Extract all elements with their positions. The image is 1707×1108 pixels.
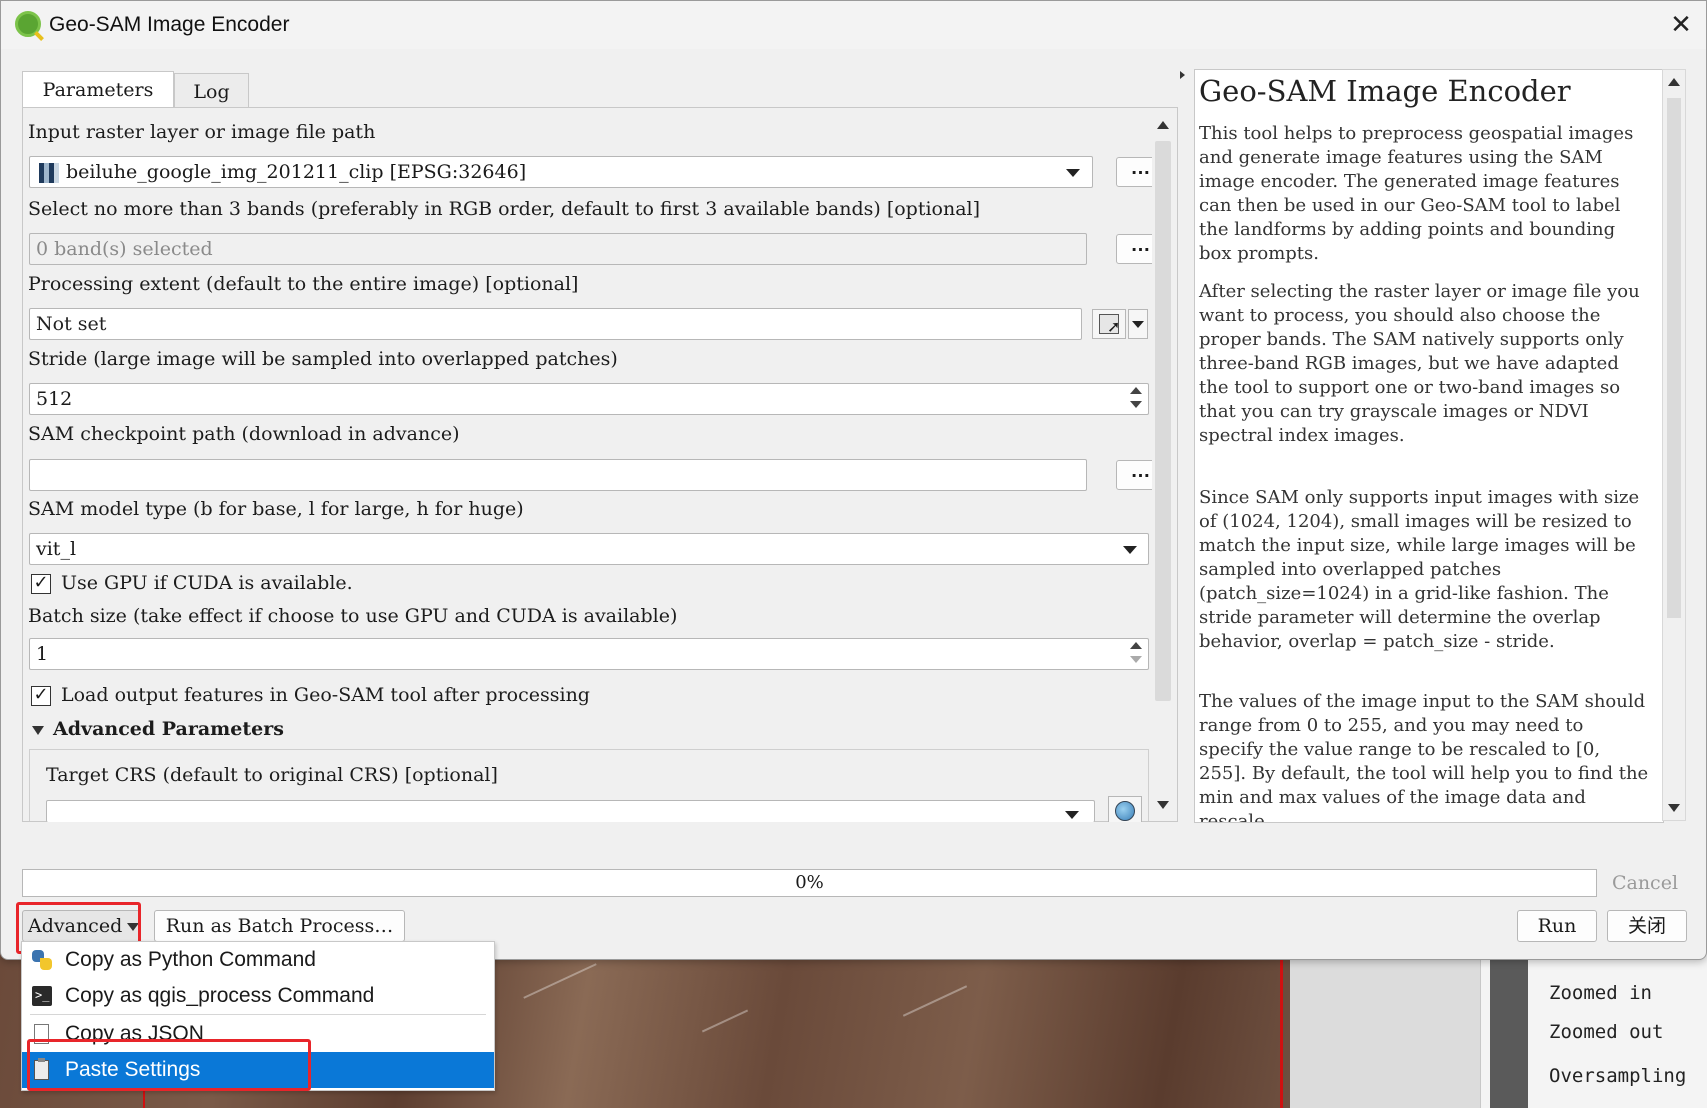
parameters-panel: Input raster layer or image file path be… [22, 107, 1178, 822]
use-gpu-checkbox[interactable]: ✓ [31, 574, 51, 594]
chevron-down-icon [1123, 546, 1137, 554]
scroll-up-icon[interactable] [1668, 78, 1680, 86]
extent-label: Processing extent (default to the entire… [28, 273, 579, 295]
spin-arrows-icon[interactable] [1125, 639, 1147, 669]
annotation-highlight [27, 1039, 311, 1091]
input-raster-label: Input raster layer or image file path [28, 121, 376, 143]
help-title: Geo-SAM Image Encoder [1199, 74, 1571, 108]
advanced-parameters-group: Target CRS (default to original CRS) [op… [29, 749, 1149, 822]
crs-selector-button[interactable] [1108, 796, 1142, 822]
qgis-logo-icon [15, 11, 41, 37]
help-panel: Geo-SAM Image Encoder This tool helps to… [1194, 69, 1664, 823]
help-paragraph: This tool helps to preprocess geospatial… [1199, 123, 1634, 264]
map-canvas-extent-button[interactable]: ➚ [1092, 309, 1126, 339]
cancel-button[interactable]: Cancel [1604, 867, 1686, 899]
parameters-scrollbar[interactable] [1152, 111, 1174, 819]
run-button[interactable]: Run [1517, 910, 1597, 942]
model-type-label: SAM model type (b for base, l for large,… [28, 498, 524, 520]
terminal-icon: >_ [32, 986, 52, 1006]
scroll-down-icon[interactable] [1157, 801, 1169, 809]
menu-separator [30, 1014, 486, 1015]
map-texture [902, 985, 968, 1017]
chevron-down-icon [1066, 169, 1080, 177]
checkpoint-label: SAM checkpoint path (download in advance… [28, 423, 460, 445]
load-output-checkbox[interactable]: ✓ [31, 686, 51, 706]
bands-value: 0 band(s) selected [36, 238, 213, 260]
panel-item-zoomed-out[interactable]: Zoomed out [1549, 1021, 1663, 1043]
progress-bar: 0% [22, 869, 1597, 897]
window-title: Geo-SAM Image Encoder [49, 13, 290, 36]
help-paragraph: Since SAM only supports input images wit… [1199, 487, 1640, 652]
help-paragraph: After selecting the raster layer or imag… [1199, 281, 1640, 446]
spin-arrows-icon[interactable] [1125, 384, 1147, 414]
panel-item-oversampling[interactable]: Oversampling [1549, 1065, 1686, 1087]
tab-log[interactable]: Log [174, 73, 249, 108]
target-crs-select[interactable] [46, 800, 1095, 822]
chevron-down-icon [1132, 321, 1144, 328]
title-bar: Geo-SAM Image Encoder ✕ [1, 1, 1706, 49]
checkpoint-field[interactable] [29, 459, 1087, 491]
load-output-label: Load output features in Geo-SAM tool aft… [61, 684, 590, 706]
globe-icon [1115, 801, 1135, 821]
help-paragraph: The values of the image input to the SAM… [1199, 691, 1649, 823]
menu-item-copy-python[interactable]: Copy as Python Command [22, 942, 494, 978]
dialog-window: Geo-SAM Image Encoder ✕ Parameters Log I… [0, 0, 1707, 960]
help-scrollbar[interactable] [1662, 69, 1686, 821]
stride-label: Stride (large image will be sampled into… [28, 348, 618, 370]
scrollbar-thumb[interactable] [1155, 141, 1171, 701]
bands-label: Select no more than 3 bands (preferably … [28, 198, 981, 220]
splitter-handle-icon[interactable] [1180, 71, 1185, 79]
cursor-icon: ➚ [1099, 314, 1120, 335]
side-panel-strip [1490, 950, 1528, 1108]
extent-value: Not set [36, 313, 107, 335]
map-texture [523, 963, 597, 999]
input-raster-select[interactable]: beiluhe_google_img_201211_clip [EPSG:326… [29, 156, 1093, 188]
extent-field[interactable]: Not set [29, 308, 1082, 340]
batch-size-value: 1 [36, 643, 49, 665]
use-gpu-label: Use GPU if CUDA is available. [61, 572, 353, 594]
raster-layer-icon [39, 163, 59, 183]
map-extent-border [1280, 960, 1283, 1108]
menu-item-copy-qgis-process[interactable]: >_ Copy as qgis_process Command [22, 978, 494, 1014]
close-window-button[interactable]: ✕ [1666, 9, 1696, 39]
python-icon [32, 950, 52, 970]
run-as-batch-button[interactable]: Run as Batch Process… [154, 910, 405, 942]
extent-options-button[interactable] [1128, 309, 1148, 339]
collapse-arrow-icon[interactable] [32, 726, 44, 735]
map-texture [701, 1009, 749, 1033]
chevron-down-icon [1065, 811, 1079, 819]
advanced-parameters-header[interactable]: Advanced Parameters [53, 718, 284, 740]
stride-spinbox[interactable]: 512 [29, 383, 1149, 415]
tab-parameters[interactable]: Parameters [22, 71, 174, 108]
input-raster-value: beiluhe_google_img_201211_clip [EPSG:326… [66, 161, 527, 183]
model-type-select[interactable]: vit_l [29, 533, 1149, 565]
bands-field[interactable]: 0 band(s) selected [29, 233, 1087, 265]
scroll-up-icon[interactable] [1157, 121, 1169, 129]
close-button[interactable]: 关闭 [1607, 910, 1687, 942]
target-crs-label: Target CRS (default to original CRS) [op… [46, 764, 498, 786]
scrollbar-thumb[interactable] [1667, 98, 1681, 618]
scroll-down-icon[interactable] [1668, 804, 1680, 812]
panel-item-zoomed-in[interactable]: Zoomed in [1549, 982, 1652, 1004]
stride-value: 512 [36, 388, 73, 410]
batch-size-spinbox[interactable]: 1 [29, 638, 1149, 670]
batch-size-label: Batch size (take effect if choose to use… [28, 605, 678, 627]
model-type-value: vit_l [36, 538, 77, 560]
